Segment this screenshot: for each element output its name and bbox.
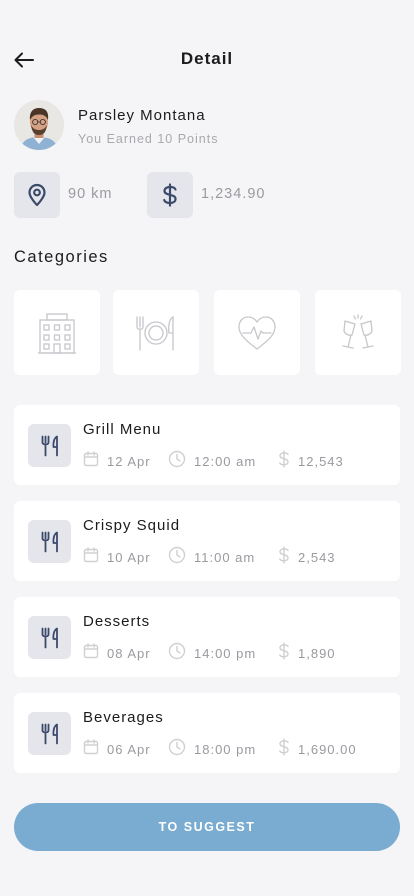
dollar-icon — [147, 172, 193, 218]
clock-icon — [168, 642, 186, 665]
clock-icon — [168, 546, 186, 569]
menu-date-text: 10 Apr — [107, 549, 151, 565]
menu-date-text: 06 Apr — [107, 741, 151, 757]
menu-time-text: 11:00 am — [194, 549, 256, 565]
menu-time-text: 18:00 pm — [194, 741, 257, 757]
heart-pulse-icon — [238, 315, 276, 350]
clock-icon — [168, 738, 186, 761]
avatar-photo — [14, 100, 64, 150]
menu-price: 1,890 — [278, 641, 336, 665]
menu-card[interactable]: Crispy Squid 10 Apr 11:00 am 2,543 — [14, 501, 400, 581]
dollar-icon — [278, 737, 290, 761]
menu-card[interactable]: Grill Menu 12 Apr 12:00 am 12,543 — [14, 405, 400, 485]
categories-heading: Categories — [14, 248, 109, 266]
plate-cutlery-icon — [136, 315, 174, 351]
menu-price-text: 1,690.00 — [298, 741, 357, 757]
menu-time-text: 12:00 am — [194, 453, 257, 469]
menu-price: 2,543 — [278, 545, 336, 569]
menu-title: Crispy Squid — [83, 517, 181, 534]
dollar-icon — [278, 641, 290, 665]
distance-stat: 90 km — [14, 172, 134, 218]
calendar-icon — [83, 738, 99, 760]
menu-date: 06 Apr — [83, 738, 151, 760]
profile-name: Parsley Montana — [78, 107, 206, 124]
distance-value: 90 km — [68, 186, 113, 202]
menu-time-text: 14:00 pm — [194, 645, 257, 661]
calendar-icon — [83, 642, 99, 664]
avatar[interactable] — [14, 100, 64, 150]
profile-points: You Earned 10 Points — [78, 132, 219, 146]
category-food[interactable] — [113, 290, 199, 375]
menu-price: 12,543 — [278, 449, 344, 473]
profile-section: Parsley Montana You Earned 10 Points — [14, 100, 394, 152]
suggest-button[interactable]: TO SUGGEST — [14, 803, 400, 851]
menu-date: 12 Apr — [83, 450, 151, 472]
menu-time: 14:00 pm — [168, 642, 257, 665]
menu-date: 08 Apr — [83, 642, 151, 664]
menu-time: 11:00 am — [168, 546, 256, 569]
page-title: Detail — [180, 49, 234, 68]
cutlery-icon — [28, 520, 71, 563]
category-health[interactable] — [214, 290, 300, 375]
menu-date: 10 Apr — [83, 546, 151, 568]
menu-title: Grill Menu — [83, 421, 162, 438]
menu-date-text: 12 Apr — [107, 453, 151, 469]
menu-time: 12:00 am — [168, 450, 257, 473]
building-icon — [38, 312, 76, 354]
menu-price-text: 2,543 — [298, 549, 336, 565]
menu-price: 1,690.00 — [278, 737, 357, 761]
calendar-icon — [83, 546, 99, 568]
menu-card[interactable]: Beverages 06 Apr 18:00 pm 1,690.00 — [14, 693, 400, 773]
menu-price-text: 1,890 — [298, 645, 336, 661]
menu-title: Desserts — [83, 613, 151, 630]
amount-value: 1,234.90 — [201, 186, 266, 202]
champagne-glasses-icon — [342, 313, 374, 349]
clock-icon — [168, 450, 186, 473]
dollar-icon — [278, 449, 290, 473]
menu-card[interactable]: Desserts 08 Apr 14:00 pm 1,890 — [14, 597, 400, 677]
cutlery-icon — [28, 712, 71, 755]
menu-date-text: 08 Apr — [107, 645, 151, 661]
menu-price-text: 12,543 — [298, 453, 344, 469]
dollar-icon — [278, 545, 290, 569]
category-building[interactable] — [14, 290, 100, 375]
header: Detail — [0, 40, 414, 80]
menu-title: Beverages — [83, 709, 164, 726]
location-pin-icon — [14, 172, 60, 218]
calendar-icon — [83, 450, 99, 472]
amount-stat: 1,234.90 — [147, 172, 287, 218]
menu-time: 18:00 pm — [168, 738, 257, 761]
category-drinks[interactable] — [315, 290, 401, 375]
cutlery-icon — [28, 616, 71, 659]
cutlery-icon — [28, 424, 71, 467]
